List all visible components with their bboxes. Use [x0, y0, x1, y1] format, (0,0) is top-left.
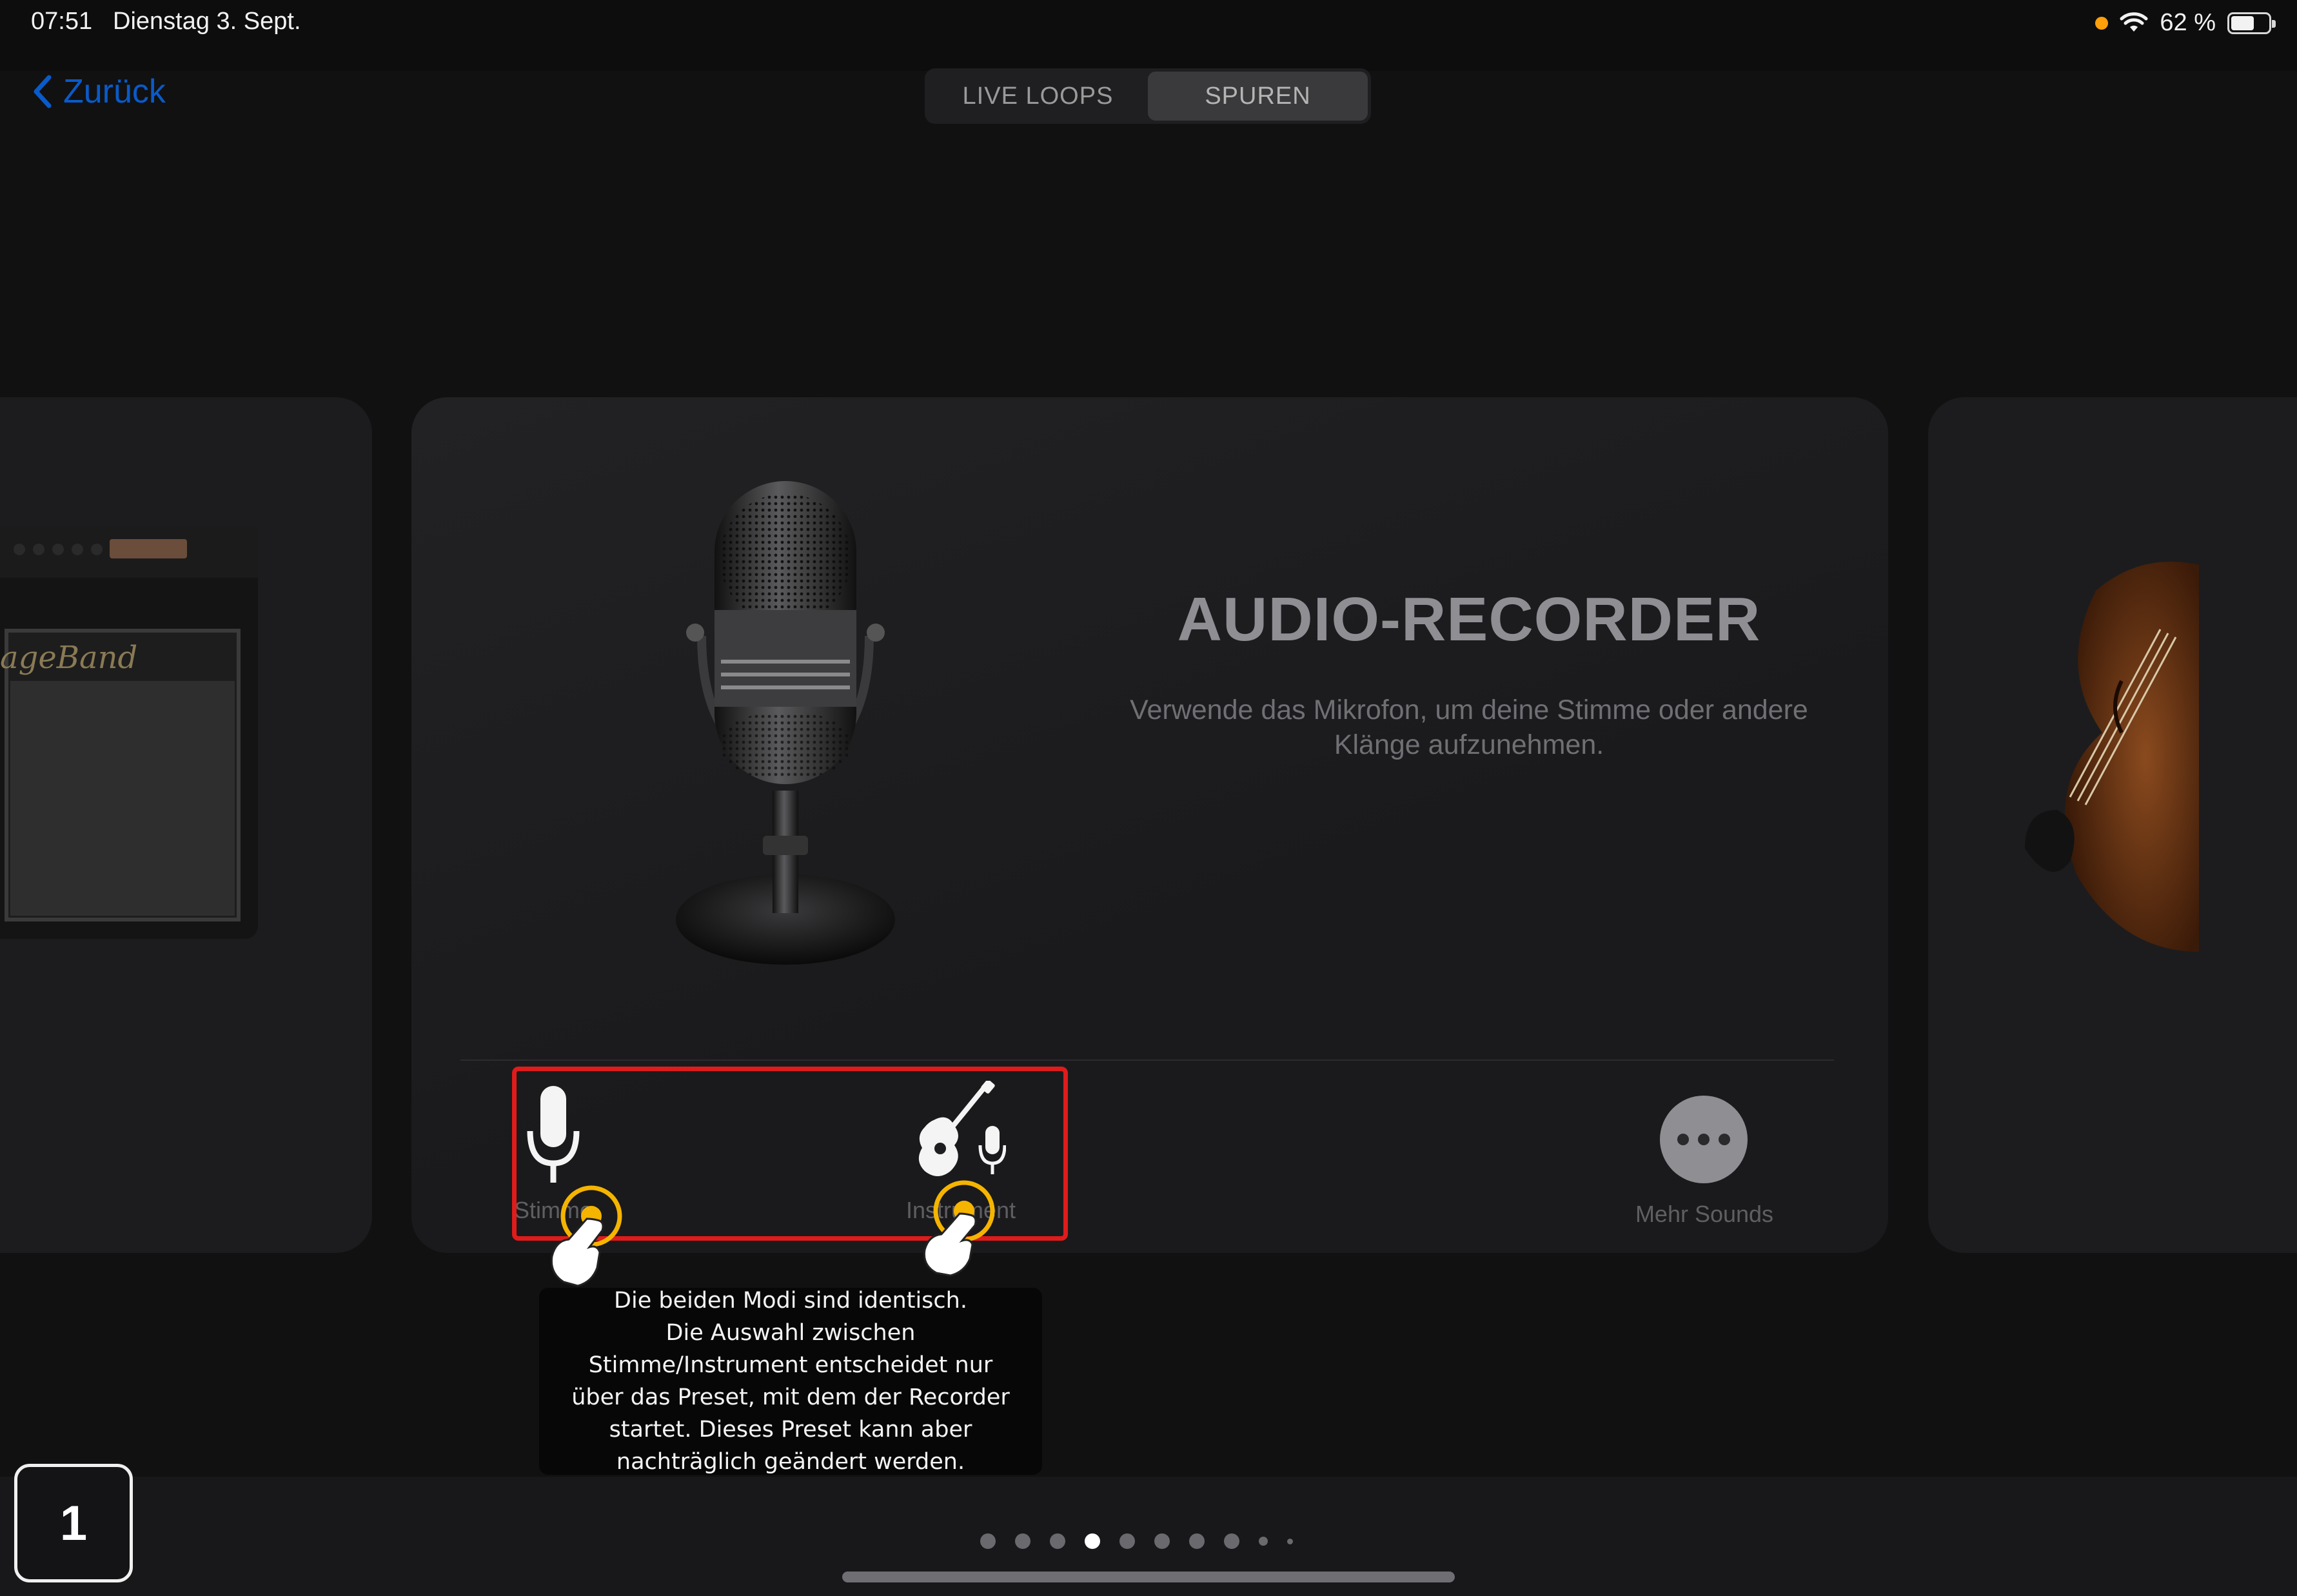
- microphone-image: [676, 481, 895, 965]
- page-dot[interactable]: [1015, 1533, 1030, 1549]
- status-right: 62 %: [2095, 9, 2276, 37]
- screen: 07:51 Dienstag 3. Sept. 62 % Zurück LIVE…: [0, 0, 2297, 1596]
- home-indicator[interactable]: [842, 1571, 1455, 1582]
- mic-in-use-dot: [2095, 16, 2109, 30]
- step-badge: 1: [14, 1464, 133, 1582]
- status-date: Dienstag 3. Sept.: [113, 8, 301, 35]
- wifi-icon: [2120, 12, 2148, 32]
- battery-fill: [2231, 15, 2254, 30]
- instrument-card-amp[interactable]: ageBand: [0, 397, 372, 1253]
- battery-tip: [2272, 19, 2276, 28]
- more-dot: [1698, 1134, 1710, 1145]
- status-time: 07:51: [31, 8, 93, 35]
- page-dot[interactable]: [1259, 1537, 1268, 1546]
- page-dot[interactable]: [1287, 1538, 1293, 1544]
- tap-hand-icon: [923, 1180, 995, 1277]
- tutorial-tooltip: Die beiden Modi sind identisch. Die Ausw…: [539, 1288, 1042, 1475]
- page-dot[interactable]: [1224, 1533, 1239, 1549]
- more-sounds-button[interactable]: [1660, 1096, 1748, 1183]
- page-indicator[interactable]: [980, 1533, 1293, 1549]
- amplifier-image: ageBand: [0, 526, 258, 939]
- back-button[interactable]: Zurück: [28, 72, 166, 111]
- page-dot[interactable]: [1119, 1533, 1135, 1549]
- back-label: Zurück: [63, 73, 166, 110]
- card-title: AUDIO-RECORDER: [1177, 585, 1761, 654]
- status-bar: 07:51 Dienstag 3. Sept. 62 %: [0, 0, 2297, 71]
- battery-icon: [2227, 12, 2276, 34]
- battery-percent: 62 %: [2160, 9, 2216, 36]
- view-segmented-control: LIVE LOOPS SPUREN: [925, 68, 1371, 124]
- card-description: Verwende das Mikrofon, um deine Stimme o…: [1130, 695, 1808, 760]
- more-sounds-label: Mehr Sounds: [1635, 1201, 1774, 1227]
- tab-spuren[interactable]: SPUREN: [1148, 72, 1368, 121]
- chevron-left-icon: [34, 75, 52, 108]
- svg-text:ageBand: ageBand: [0, 640, 137, 676]
- tab-live-loops[interactable]: LIVE LOOPS: [928, 72, 1148, 121]
- page-dot[interactable]: [1154, 1533, 1170, 1549]
- page-dot[interactable]: [980, 1533, 996, 1549]
- instrument-card-strings[interactable]: [1928, 397, 2297, 1253]
- card-divider: [460, 1059, 1834, 1061]
- violin-image: [2025, 562, 2199, 952]
- page-dot[interactable]: [1085, 1533, 1100, 1549]
- page-dot[interactable]: [1050, 1533, 1065, 1549]
- more-dot: [1677, 1134, 1689, 1145]
- page-dot[interactable]: [1189, 1533, 1205, 1549]
- tap-hand-icon: [550, 1185, 622, 1287]
- more-dot: [1719, 1134, 1730, 1145]
- tooltip-text: Die beiden Modi sind identisch. Die Ausw…: [571, 1288, 1010, 1475]
